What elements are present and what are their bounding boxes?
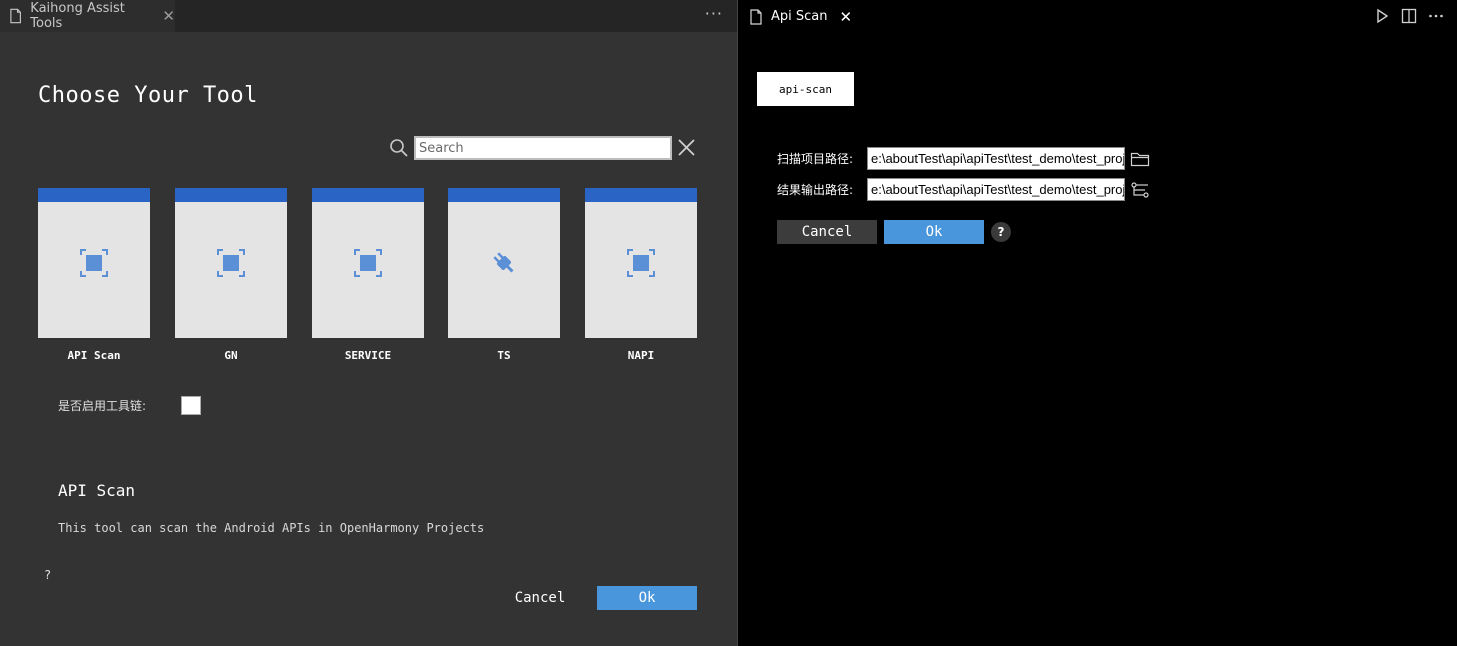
- ok-button[interactable]: Ok: [884, 220, 984, 244]
- card-header-bar: [38, 188, 150, 202]
- card-header-bar: [448, 188, 560, 202]
- tab-kaihong-assist-tools[interactable]: Kaihong Assist Tools ✕: [0, 0, 175, 32]
- help-link[interactable]: ?: [44, 568, 51, 582]
- editor-actions: [1373, 7, 1445, 25]
- tool-card-label: SERVICE: [344, 349, 392, 362]
- toolchain-checkbox[interactable]: [181, 396, 201, 415]
- help-icon[interactable]: ?: [991, 222, 1011, 242]
- tab-api-scan[interactable]: Api Scan ✕: [738, 0, 855, 32]
- folder-icon[interactable]: [1130, 150, 1150, 168]
- clear-search-icon[interactable]: [677, 138, 696, 157]
- focus-square-icon: [217, 249, 245, 277]
- tool-card-label: GN: [224, 349, 238, 362]
- card-header-bar: [175, 188, 287, 202]
- output-settings-icon[interactable]: [1130, 181, 1150, 199]
- toolchain-label: 是否启用工具链:: [58, 399, 147, 413]
- card-header-bar: [312, 188, 424, 202]
- api-scan-panel: Api Scan ✕ api-scan 扫描项目路径: 结果输出路径:: [738, 0, 1457, 646]
- tool-card-service[interactable]: [312, 188, 424, 338]
- scan-path-label: 扫描项目路径:: [777, 152, 854, 166]
- file-icon: [750, 8, 762, 25]
- tool-description-text: This tool can scan the Android APIs in O…: [58, 521, 485, 535]
- search-input[interactable]: [414, 136, 672, 160]
- run-icon[interactable]: [1373, 7, 1391, 25]
- focus-square-icon: [354, 249, 382, 277]
- tool-card-label: TS: [497, 349, 511, 362]
- tool-card-api-scan[interactable]: [38, 188, 150, 338]
- more-actions-icon[interactable]: ···: [705, 4, 723, 23]
- output-path-input[interactable]: [867, 178, 1125, 201]
- tab-close-icon[interactable]: ✕: [162, 7, 175, 25]
- left-tab-bar: Kaihong Assist Tools ✕ ···: [0, 0, 737, 32]
- ok-button[interactable]: Ok: [597, 586, 697, 610]
- api-scan-header: api-scan: [757, 72, 854, 106]
- tool-card-gn[interactable]: [175, 188, 287, 338]
- plug-icon: [493, 252, 514, 273]
- cancel-button[interactable]: Cancel: [498, 586, 582, 610]
- focus-square-icon: [627, 249, 655, 277]
- search-icon: [390, 139, 408, 157]
- card-header-bar: [585, 188, 697, 202]
- page-title: Choose Your Tool: [38, 83, 258, 108]
- tool-card-ts[interactable]: [448, 188, 560, 338]
- tool-description-title: API Scan: [58, 481, 136, 500]
- kaihong-assist-tools-panel: Kaihong Assist Tools ✕ ··· Choose Your T…: [0, 0, 737, 646]
- split-editor-icon[interactable]: [1400, 7, 1418, 25]
- tool-card-label: API Scan: [67, 349, 121, 362]
- tab-close-icon[interactable]: ✕: [840, 8, 853, 26]
- scan-path-input[interactable]: [867, 147, 1125, 170]
- right-tab-bar: Api Scan ✕: [738, 0, 1457, 32]
- tool-card-napi[interactable]: [585, 188, 697, 338]
- output-path-label: 结果输出路径:: [777, 183, 854, 197]
- file-icon: [10, 8, 21, 24]
- tool-card-label: NAPI: [627, 349, 655, 362]
- cancel-button[interactable]: Cancel: [777, 220, 877, 244]
- more-actions-icon[interactable]: [1427, 7, 1445, 25]
- tab-title: Api Scan: [771, 9, 828, 24]
- focus-square-icon: [80, 249, 108, 277]
- tab-title: Kaihong Assist Tools: [30, 1, 125, 31]
